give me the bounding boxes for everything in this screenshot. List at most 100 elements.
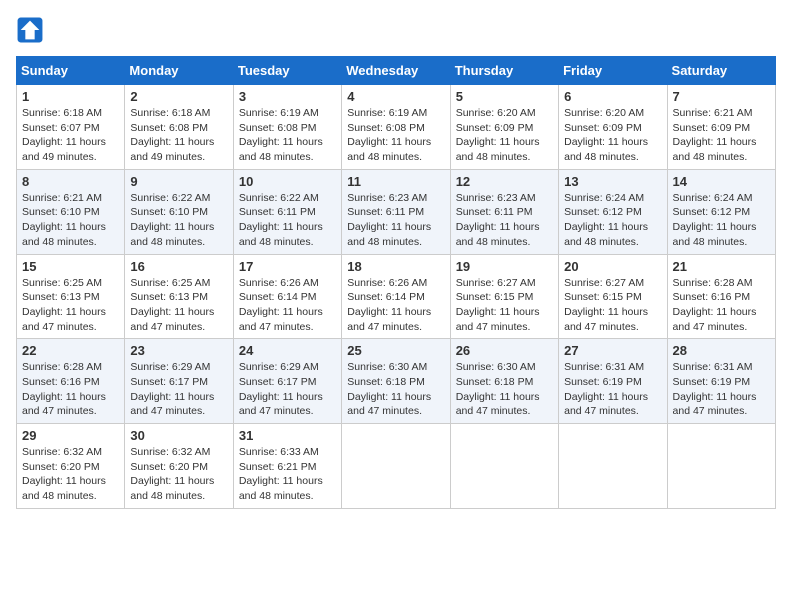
calendar-header-sunday: Sunday	[17, 57, 125, 85]
calendar-week-1: 1 Sunrise: 6:18 AMSunset: 6:07 PMDayligh…	[17, 85, 776, 170]
calendar-cell: 1 Sunrise: 6:18 AMSunset: 6:07 PMDayligh…	[17, 85, 125, 170]
day-number: 3	[239, 89, 336, 104]
day-detail: Sunrise: 6:23 AMSunset: 6:11 PMDaylight:…	[347, 192, 431, 248]
day-detail: Sunrise: 6:21 AMSunset: 6:10 PMDaylight:…	[22, 192, 106, 248]
calendar-cell: 31 Sunrise: 6:33 AMSunset: 6:21 PMDaylig…	[233, 424, 341, 509]
day-number: 14	[673, 174, 770, 189]
calendar-cell: 21 Sunrise: 6:28 AMSunset: 6:16 PMDaylig…	[667, 254, 775, 339]
day-detail: Sunrise: 6:30 AMSunset: 6:18 PMDaylight:…	[347, 361, 431, 417]
calendar-cell: 3 Sunrise: 6:19 AMSunset: 6:08 PMDayligh…	[233, 85, 341, 170]
logo-icon	[16, 16, 44, 44]
day-detail: Sunrise: 6:21 AMSunset: 6:09 PMDaylight:…	[673, 107, 757, 163]
logo	[16, 16, 48, 44]
day-number: 19	[456, 259, 553, 274]
calendar-cell: 7 Sunrise: 6:21 AMSunset: 6:09 PMDayligh…	[667, 85, 775, 170]
day-number: 30	[130, 428, 227, 443]
calendar-header-saturday: Saturday	[667, 57, 775, 85]
day-number: 31	[239, 428, 336, 443]
day-number: 24	[239, 343, 336, 358]
calendar-header-monday: Monday	[125, 57, 233, 85]
calendar-week-4: 22 Sunrise: 6:28 AMSunset: 6:16 PMDaylig…	[17, 339, 776, 424]
day-number: 17	[239, 259, 336, 274]
day-detail: Sunrise: 6:27 AMSunset: 6:15 PMDaylight:…	[456, 277, 540, 333]
day-detail: Sunrise: 6:33 AMSunset: 6:21 PMDaylight:…	[239, 446, 323, 502]
calendar-cell: 16 Sunrise: 6:25 AMSunset: 6:13 PMDaylig…	[125, 254, 233, 339]
day-number: 22	[22, 343, 119, 358]
day-detail: Sunrise: 6:28 AMSunset: 6:16 PMDaylight:…	[22, 361, 106, 417]
day-number: 8	[22, 174, 119, 189]
day-detail: Sunrise: 6:18 AMSunset: 6:08 PMDaylight:…	[130, 107, 214, 163]
calendar-cell: 24 Sunrise: 6:29 AMSunset: 6:17 PMDaylig…	[233, 339, 341, 424]
calendar-cell: 30 Sunrise: 6:32 AMSunset: 6:20 PMDaylig…	[125, 424, 233, 509]
day-number: 29	[22, 428, 119, 443]
calendar-cell: 8 Sunrise: 6:21 AMSunset: 6:10 PMDayligh…	[17, 169, 125, 254]
day-detail: Sunrise: 6:29 AMSunset: 6:17 PMDaylight:…	[239, 361, 323, 417]
calendar-cell	[559, 424, 667, 509]
day-detail: Sunrise: 6:22 AMSunset: 6:10 PMDaylight:…	[130, 192, 214, 248]
calendar-body: 1 Sunrise: 6:18 AMSunset: 6:07 PMDayligh…	[17, 85, 776, 509]
calendar-cell: 19 Sunrise: 6:27 AMSunset: 6:15 PMDaylig…	[450, 254, 558, 339]
day-number: 10	[239, 174, 336, 189]
calendar-cell: 25 Sunrise: 6:30 AMSunset: 6:18 PMDaylig…	[342, 339, 450, 424]
day-detail: Sunrise: 6:24 AMSunset: 6:12 PMDaylight:…	[564, 192, 648, 248]
calendar-cell: 12 Sunrise: 6:23 AMSunset: 6:11 PMDaylig…	[450, 169, 558, 254]
calendar-cell: 27 Sunrise: 6:31 AMSunset: 6:19 PMDaylig…	[559, 339, 667, 424]
day-number: 1	[22, 89, 119, 104]
calendar-cell: 26 Sunrise: 6:30 AMSunset: 6:18 PMDaylig…	[450, 339, 558, 424]
calendar-cell: 22 Sunrise: 6:28 AMSunset: 6:16 PMDaylig…	[17, 339, 125, 424]
day-number: 15	[22, 259, 119, 274]
day-detail: Sunrise: 6:19 AMSunset: 6:08 PMDaylight:…	[347, 107, 431, 163]
day-number: 6	[564, 89, 661, 104]
calendar-cell: 9 Sunrise: 6:22 AMSunset: 6:10 PMDayligh…	[125, 169, 233, 254]
day-detail: Sunrise: 6:20 AMSunset: 6:09 PMDaylight:…	[564, 107, 648, 163]
calendar-cell: 14 Sunrise: 6:24 AMSunset: 6:12 PMDaylig…	[667, 169, 775, 254]
day-number: 4	[347, 89, 444, 104]
day-detail: Sunrise: 6:27 AMSunset: 6:15 PMDaylight:…	[564, 277, 648, 333]
calendar-cell: 4 Sunrise: 6:19 AMSunset: 6:08 PMDayligh…	[342, 85, 450, 170]
day-number: 28	[673, 343, 770, 358]
calendar-cell: 11 Sunrise: 6:23 AMSunset: 6:11 PMDaylig…	[342, 169, 450, 254]
day-detail: Sunrise: 6:32 AMSunset: 6:20 PMDaylight:…	[22, 446, 106, 502]
day-number: 7	[673, 89, 770, 104]
calendar-header-wednesday: Wednesday	[342, 57, 450, 85]
day-number: 12	[456, 174, 553, 189]
day-detail: Sunrise: 6:23 AMSunset: 6:11 PMDaylight:…	[456, 192, 540, 248]
calendar-header-friday: Friday	[559, 57, 667, 85]
calendar-cell: 15 Sunrise: 6:25 AMSunset: 6:13 PMDaylig…	[17, 254, 125, 339]
day-detail: Sunrise: 6:26 AMSunset: 6:14 PMDaylight:…	[239, 277, 323, 333]
day-number: 18	[347, 259, 444, 274]
day-detail: Sunrise: 6:28 AMSunset: 6:16 PMDaylight:…	[673, 277, 757, 333]
calendar-cell	[667, 424, 775, 509]
day-detail: Sunrise: 6:24 AMSunset: 6:12 PMDaylight:…	[673, 192, 757, 248]
calendar-cell	[342, 424, 450, 509]
calendar-week-5: 29 Sunrise: 6:32 AMSunset: 6:20 PMDaylig…	[17, 424, 776, 509]
page-header	[16, 16, 776, 44]
day-detail: Sunrise: 6:25 AMSunset: 6:13 PMDaylight:…	[22, 277, 106, 333]
day-detail: Sunrise: 6:19 AMSunset: 6:08 PMDaylight:…	[239, 107, 323, 163]
calendar-cell: 23 Sunrise: 6:29 AMSunset: 6:17 PMDaylig…	[125, 339, 233, 424]
day-number: 11	[347, 174, 444, 189]
day-number: 2	[130, 89, 227, 104]
day-number: 13	[564, 174, 661, 189]
calendar-cell	[450, 424, 558, 509]
day-detail: Sunrise: 6:30 AMSunset: 6:18 PMDaylight:…	[456, 361, 540, 417]
day-number: 25	[347, 343, 444, 358]
calendar-cell: 17 Sunrise: 6:26 AMSunset: 6:14 PMDaylig…	[233, 254, 341, 339]
day-detail: Sunrise: 6:20 AMSunset: 6:09 PMDaylight:…	[456, 107, 540, 163]
day-number: 20	[564, 259, 661, 274]
day-detail: Sunrise: 6:31 AMSunset: 6:19 PMDaylight:…	[673, 361, 757, 417]
calendar-cell: 29 Sunrise: 6:32 AMSunset: 6:20 PMDaylig…	[17, 424, 125, 509]
calendar-week-2: 8 Sunrise: 6:21 AMSunset: 6:10 PMDayligh…	[17, 169, 776, 254]
day-number: 21	[673, 259, 770, 274]
day-detail: Sunrise: 6:26 AMSunset: 6:14 PMDaylight:…	[347, 277, 431, 333]
day-number: 9	[130, 174, 227, 189]
day-number: 23	[130, 343, 227, 358]
day-detail: Sunrise: 6:18 AMSunset: 6:07 PMDaylight:…	[22, 107, 106, 163]
calendar-cell: 13 Sunrise: 6:24 AMSunset: 6:12 PMDaylig…	[559, 169, 667, 254]
calendar-cell: 2 Sunrise: 6:18 AMSunset: 6:08 PMDayligh…	[125, 85, 233, 170]
day-number: 27	[564, 343, 661, 358]
day-detail: Sunrise: 6:22 AMSunset: 6:11 PMDaylight:…	[239, 192, 323, 248]
day-detail: Sunrise: 6:29 AMSunset: 6:17 PMDaylight:…	[130, 361, 214, 417]
day-detail: Sunrise: 6:32 AMSunset: 6:20 PMDaylight:…	[130, 446, 214, 502]
day-detail: Sunrise: 6:31 AMSunset: 6:19 PMDaylight:…	[564, 361, 648, 417]
